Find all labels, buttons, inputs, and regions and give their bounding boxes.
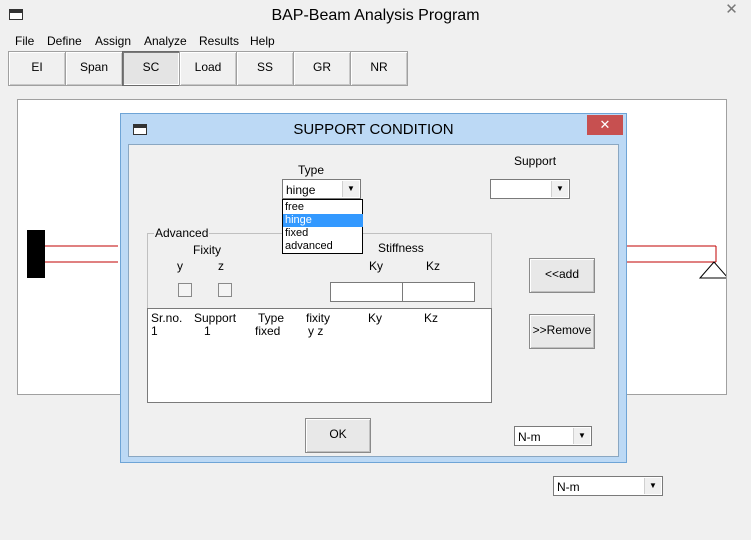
menu-define[interactable]: Define [47,34,82,48]
chevron-down-icon[interactable]: ▼ [573,428,590,444]
toolbar: EI Span SC Load SS GR NR [7,51,408,86]
chevron-down-icon[interactable]: ▼ [551,181,568,197]
type-option-hinge[interactable]: hinge [283,214,363,227]
advanced-label: Advanced [154,226,210,240]
ok-button[interactable]: OK [305,418,371,453]
chevron-down-icon[interactable]: ▼ [644,478,661,494]
units-dropdown[interactable]: N-m ▼ [553,476,663,496]
menu-results[interactable]: Results [199,34,239,48]
type-dropdown-list[interactable]: free hinge fixed advanced [282,199,363,254]
cell-support: 1 [204,324,211,338]
dialog-title: SUPPORT CONDITION [293,121,454,138]
title-bar: BAP-Beam Analysis Program ✕ [0,0,751,32]
support-condition-dialog: SUPPORT CONDITION ✕ Type hinge ▼ Support… [120,113,627,463]
kz-input[interactable] [402,282,475,302]
col-header-fixity: fixity [306,311,330,325]
dialog-units-value: N-m [518,430,541,444]
fixed-support-block [27,230,45,278]
type-option-free[interactable]: free [283,201,363,214]
menu-analyze[interactable]: Analyze [144,34,187,48]
close-icon: ✕ [599,117,611,132]
dialog-close-button[interactable]: ✕ [587,115,623,135]
col-header-kz: Kz [424,311,439,325]
window-title: BAP-Beam Analysis Program [271,7,480,24]
col-header-srno: Sr.no. [151,311,183,325]
ky-label: Ky [369,259,384,273]
gr-button[interactable]: GR [293,51,351,86]
hinge-support-icon [698,261,726,279]
ei-button[interactable]: EI [8,51,66,86]
menu-assign[interactable]: Assign [95,34,131,48]
col-header-ky: Ky [368,311,383,325]
span-button[interactable]: Span [65,51,123,86]
load-button[interactable]: Load [179,51,237,86]
support-list[interactable]: Sr.no. Support Type fixity Ky Kz 1 1 fix… [147,308,492,403]
cell-type: fixed [255,324,281,338]
type-label: Type [298,163,325,177]
cell-srno: 1 [151,324,158,338]
close-icon: ✕ [725,1,738,18]
fixity-label: Fixity [193,243,221,257]
support-dropdown[interactable]: ▼ [490,179,570,199]
dialog-units-dropdown[interactable]: N-m ▼ [514,426,592,446]
remove-button[interactable]: >>Remove [529,314,595,349]
sc-button[interactable]: SC [122,51,180,86]
fixity-y-checkbox[interactable] [178,283,192,297]
ss-button[interactable]: SS [236,51,294,86]
stiffness-label: Stiffness [378,241,424,255]
menu-help[interactable]: Help [250,34,275,48]
chevron-down-icon[interactable]: ▼ [342,181,359,197]
col-header-support: Support [194,311,237,325]
menu-bar: File Define Assign Analyze Results Help [0,32,751,50]
close-button[interactable]: ✕ [712,0,751,20]
nr-button[interactable]: NR [350,51,408,86]
type-option-fixed[interactable]: fixed [283,227,363,240]
type-value: hinge [286,183,316,197]
type-dropdown[interactable]: hinge ▼ [282,179,361,199]
fixity-z-checkbox[interactable] [218,283,232,297]
add-button[interactable]: <<add [529,258,595,293]
kz-label: Kz [426,259,441,273]
fixity-y-label: y [177,259,183,273]
cell-fixity: y z [308,324,324,338]
support-label: Support [514,154,557,168]
units-value: N-m [557,480,580,494]
ky-input[interactable] [330,282,403,302]
fixity-z-label: z [218,259,224,273]
col-header-type: Type [258,311,285,325]
dialog-body: Type hinge ▼ Support ▼ Advanced Fixity y… [128,144,619,457]
type-option-advanced[interactable]: advanced [283,240,363,253]
menu-file[interactable]: File [15,34,34,48]
